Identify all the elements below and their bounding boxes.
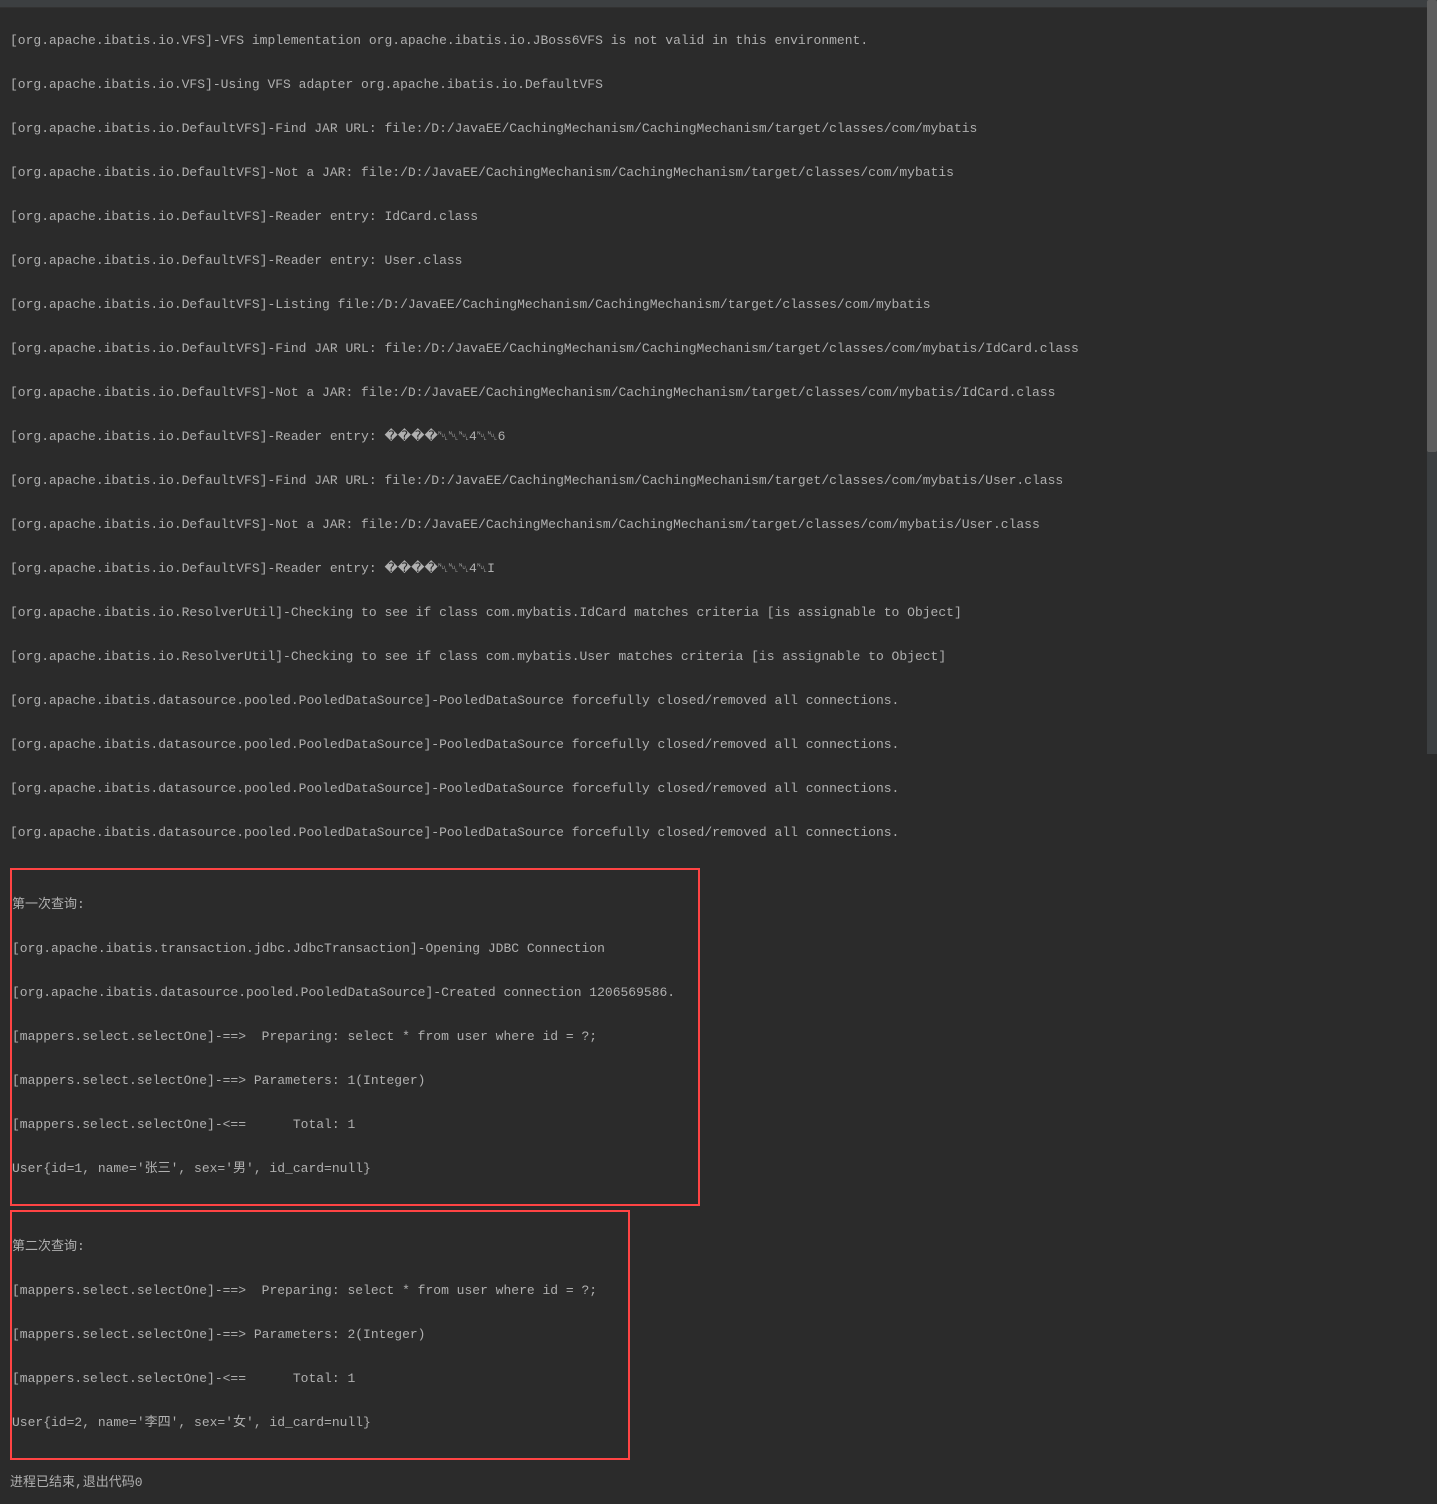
log-line: [mappers.select.selectOne]-==> Parameter…: [12, 1324, 628, 1346]
console-output[interactable]: [org.apache.ibatis.io.VFS]-VFS implement…: [0, 8, 1437, 1462]
log-line: [org.apache.ibatis.io.ResolverUtil]-Chec…: [10, 646, 1427, 668]
log-line: [org.apache.ibatis.io.VFS]-Using VFS ada…: [10, 74, 1427, 96]
query-2-highlight-box: 第二次查询: [mappers.select.selectOne]-==> Pr…: [10, 1210, 630, 1460]
log-line: [org.apache.ibatis.io.DefaultVFS]-Find J…: [10, 118, 1427, 140]
console-top-border: [0, 0, 1437, 8]
log-line: [org.apache.ibatis.transaction.jdbc.Jdbc…: [12, 938, 698, 960]
log-line: [mappers.select.selectOne]-<== Total: 1: [12, 1114, 698, 1136]
log-line: [org.apache.ibatis.datasource.pooled.Poo…: [10, 822, 1427, 844]
log-line: [org.apache.ibatis.datasource.pooled.Poo…: [10, 690, 1427, 712]
vertical-scrollbar-track[interactable]: [1427, 0, 1437, 754]
log-line: [mappers.select.selectOne]-==> Preparing…: [12, 1026, 698, 1048]
log-line: [org.apache.ibatis.io.VFS]-VFS implement…: [10, 30, 1427, 52]
log-line: [org.apache.ibatis.datasource.pooled.Poo…: [12, 982, 698, 1004]
log-line: User{id=1, name='张三', sex='男', id_card=n…: [12, 1158, 698, 1180]
log-line: User{id=2, name='李四', sex='女', id_card=n…: [12, 1412, 628, 1434]
process-exit-message: 进程已结束,退出代码0: [0, 1462, 1437, 1504]
log-line: [org.apache.ibatis.io.DefaultVFS]-Listin…: [10, 294, 1427, 316]
log-line: [org.apache.ibatis.io.DefaultVFS]-Reader…: [10, 426, 1427, 448]
log-line: [org.apache.ibatis.io.DefaultVFS]-Find J…: [10, 338, 1427, 360]
log-line: [org.apache.ibatis.io.DefaultVFS]-Reader…: [10, 250, 1427, 272]
log-line: [org.apache.ibatis.datasource.pooled.Poo…: [10, 734, 1427, 756]
log-line: [mappers.select.selectOne]-==> Preparing…: [12, 1280, 628, 1302]
log-line: [org.apache.ibatis.datasource.pooled.Poo…: [10, 778, 1427, 800]
log-line: [org.apache.ibatis.io.DefaultVFS]-Not a …: [10, 162, 1427, 184]
log-line: [org.apache.ibatis.io.ResolverUtil]-Chec…: [10, 602, 1427, 624]
log-line: [mappers.select.selectOne]-==> Parameter…: [12, 1070, 698, 1092]
log-line: [org.apache.ibatis.io.DefaultVFS]-Not a …: [10, 514, 1427, 536]
vertical-scrollbar-thumb[interactable]: [1427, 0, 1437, 452]
log-line: [org.apache.ibatis.io.DefaultVFS]-Not a …: [10, 382, 1427, 404]
query-2-header: 第二次查询:: [12, 1236, 628, 1258]
log-line: [org.apache.ibatis.io.DefaultVFS]-Reader…: [10, 558, 1427, 580]
query-1-header: 第一次查询:: [12, 894, 698, 916]
log-line: [mappers.select.selectOne]-<== Total: 1: [12, 1368, 628, 1390]
query-1-highlight-box: 第一次查询: [org.apache.ibatis.transaction.jd…: [10, 868, 700, 1206]
log-line: [org.apache.ibatis.io.DefaultVFS]-Find J…: [10, 470, 1427, 492]
log-line: [org.apache.ibatis.io.DefaultVFS]-Reader…: [10, 206, 1427, 228]
